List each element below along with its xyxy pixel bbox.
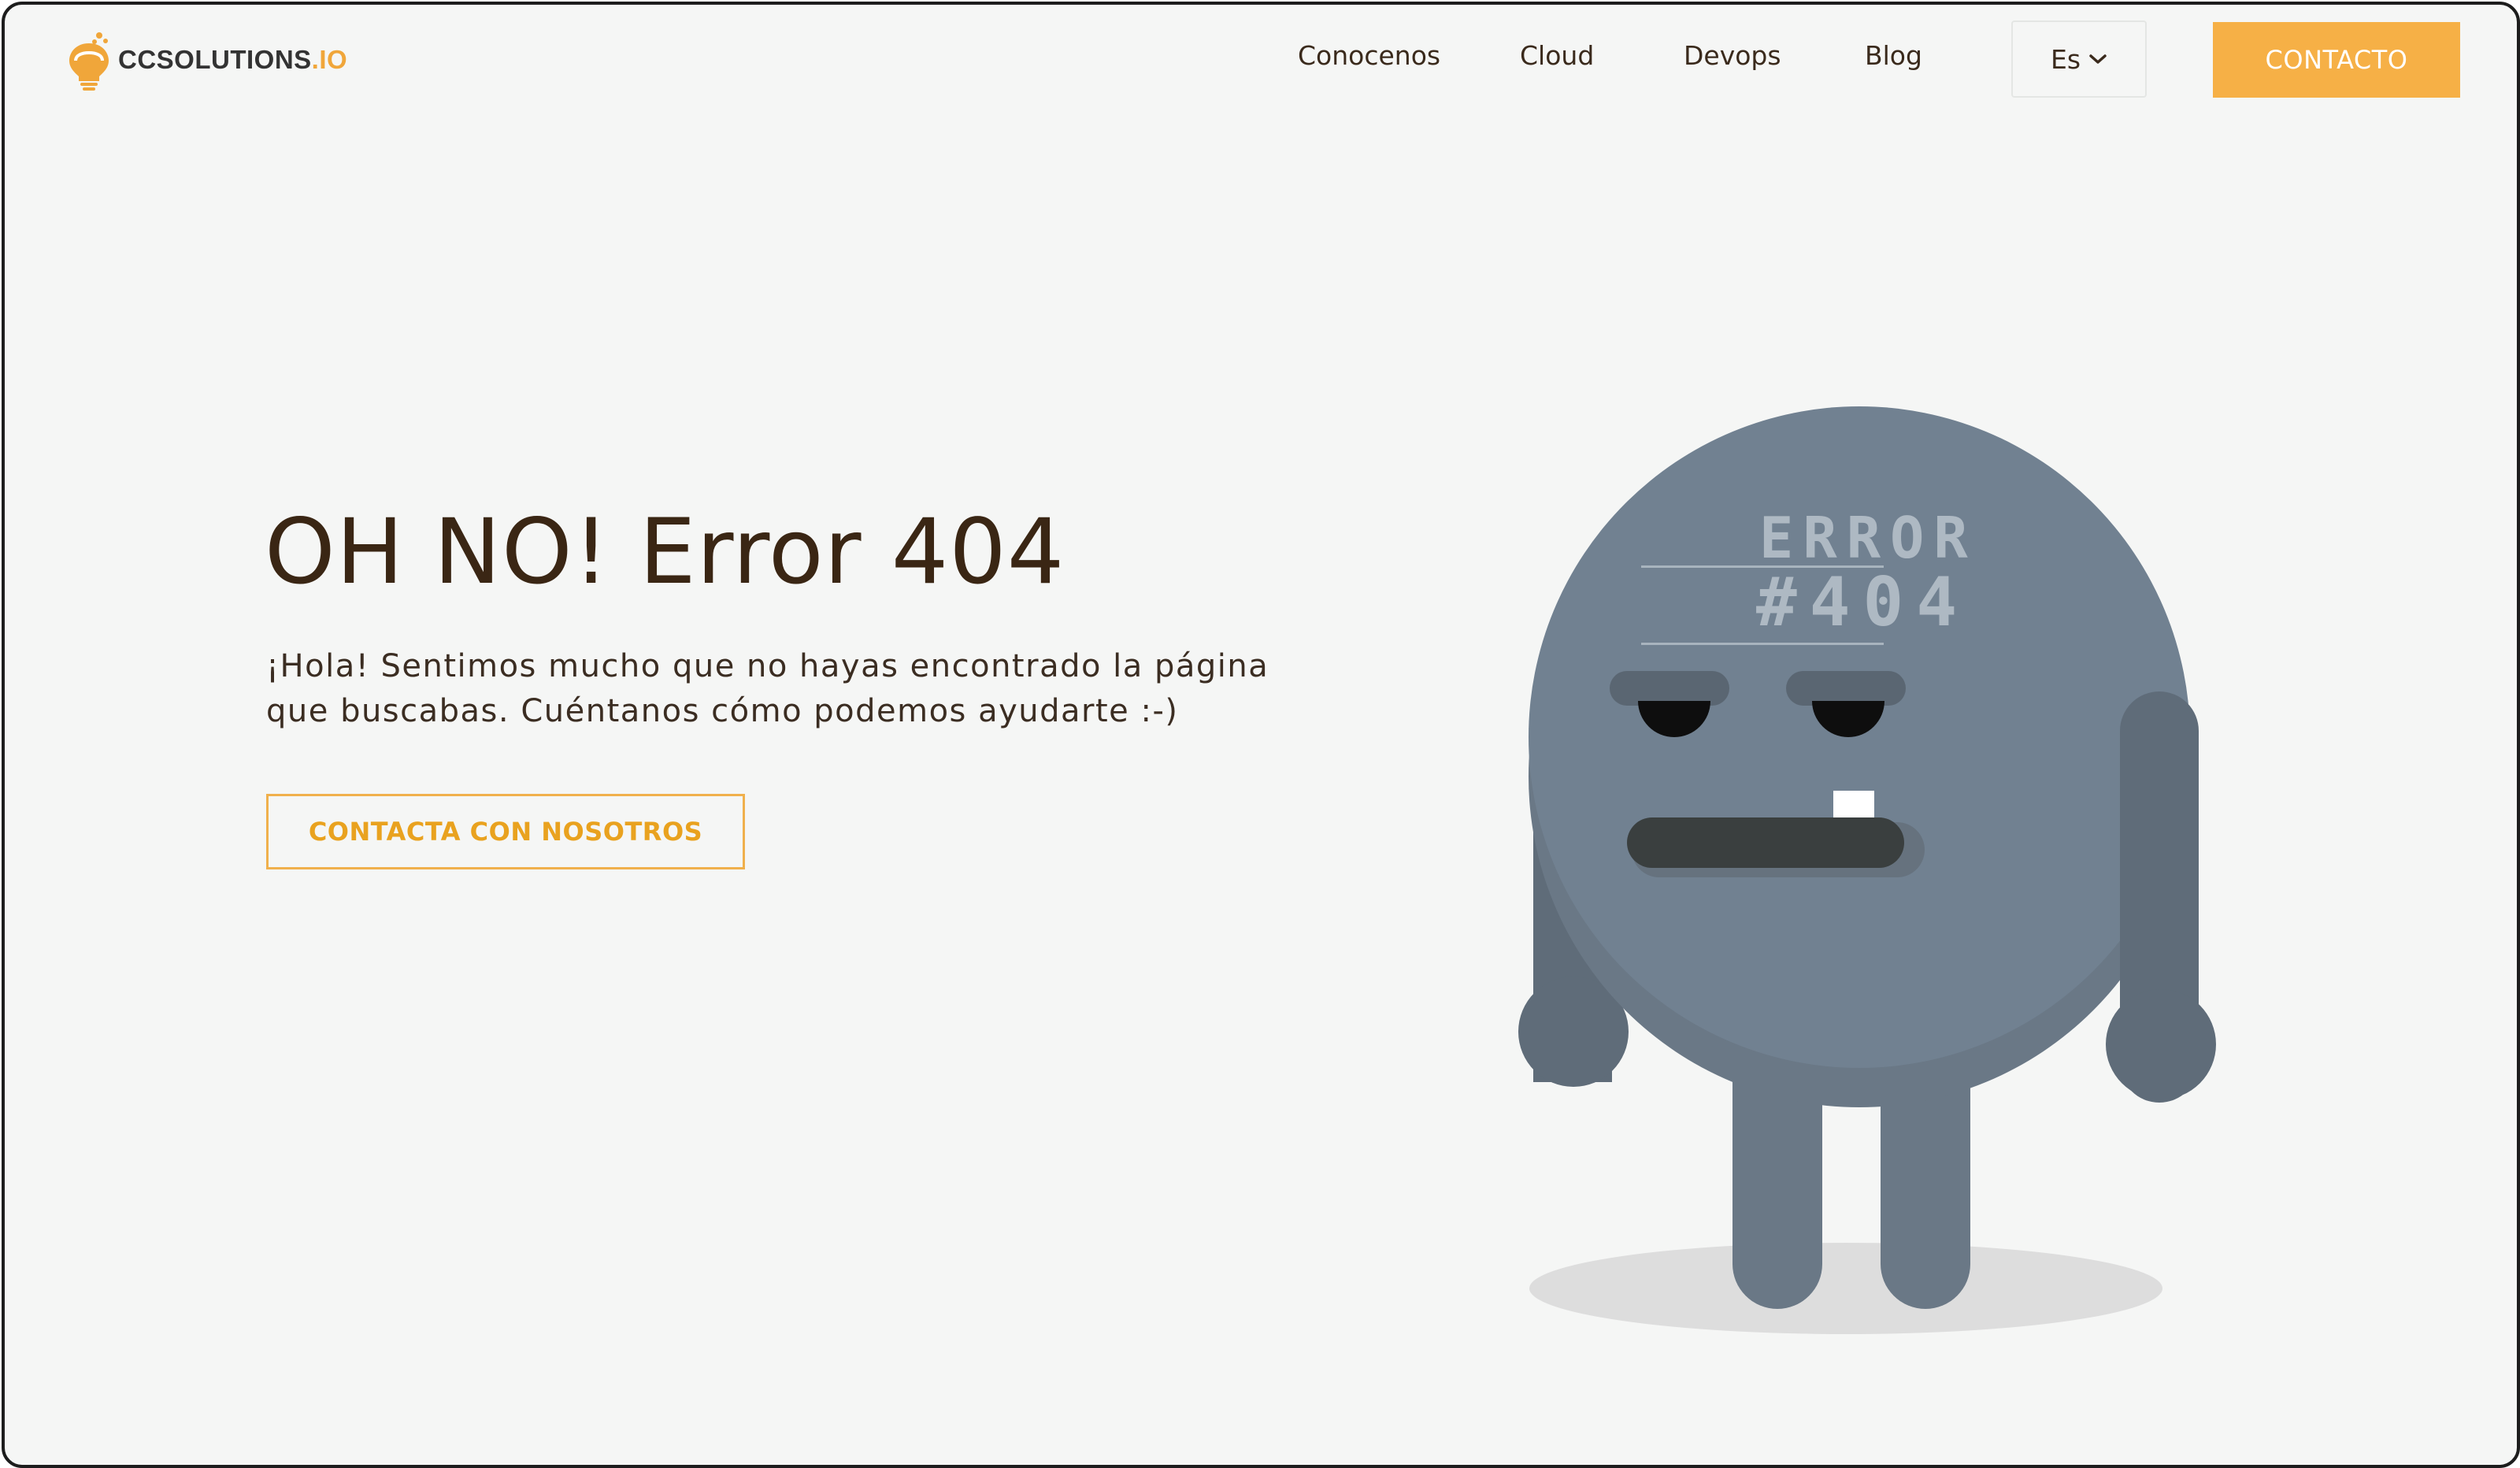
page-title: OH NO! Error 404 — [265, 499, 1065, 604]
browser-viewport: CCSOLUTIONS.IO Conocenos Cloud Devops Bl… — [2, 2, 2520, 1468]
lightbulb-logo-icon — [69, 32, 109, 91]
contact-us-button[interactable]: CONTACTA CON NOSOTROS — [266, 794, 745, 869]
nav-cloud[interactable]: Cloud — [1520, 40, 1594, 71]
ground-shadow — [1529, 1243, 2162, 1334]
language-selected: Es — [2050, 43, 2081, 75]
language-select[interactable]: Es — [2011, 20, 2147, 98]
error-label-underline — [1641, 643, 1884, 645]
error-label-line2: #404 — [1756, 563, 1970, 642]
error-label-line1: ERROR — [1759, 505, 1977, 571]
error-message: ¡Hola! Sentimos mucho que no hayas encon… — [266, 648, 1269, 729]
nav-devops[interactable]: Devops — [1684, 40, 1781, 71]
brand-logo[interactable]: CCSOLUTIONS.IO — [66, 28, 347, 91]
left-eyebrow — [1610, 671, 1729, 706]
brand-name: CCSOLUTIONS.IO — [118, 45, 348, 74]
error-monster-illustration: ERROR #404 — [1518, 406, 2216, 1334]
nav-blog[interactable]: Blog — [1865, 40, 1922, 71]
contact-button[interactable]: CONTACTO — [2213, 22, 2460, 98]
chevron-down-icon — [2089, 54, 2107, 64]
right-eyebrow — [1786, 671, 1906, 706]
mouth — [1627, 817, 1904, 868]
nav-conocenos[interactable]: Conocenos — [1298, 40, 1440, 71]
right-hand — [2106, 989, 2216, 1099]
tooth — [1833, 791, 1874, 817]
